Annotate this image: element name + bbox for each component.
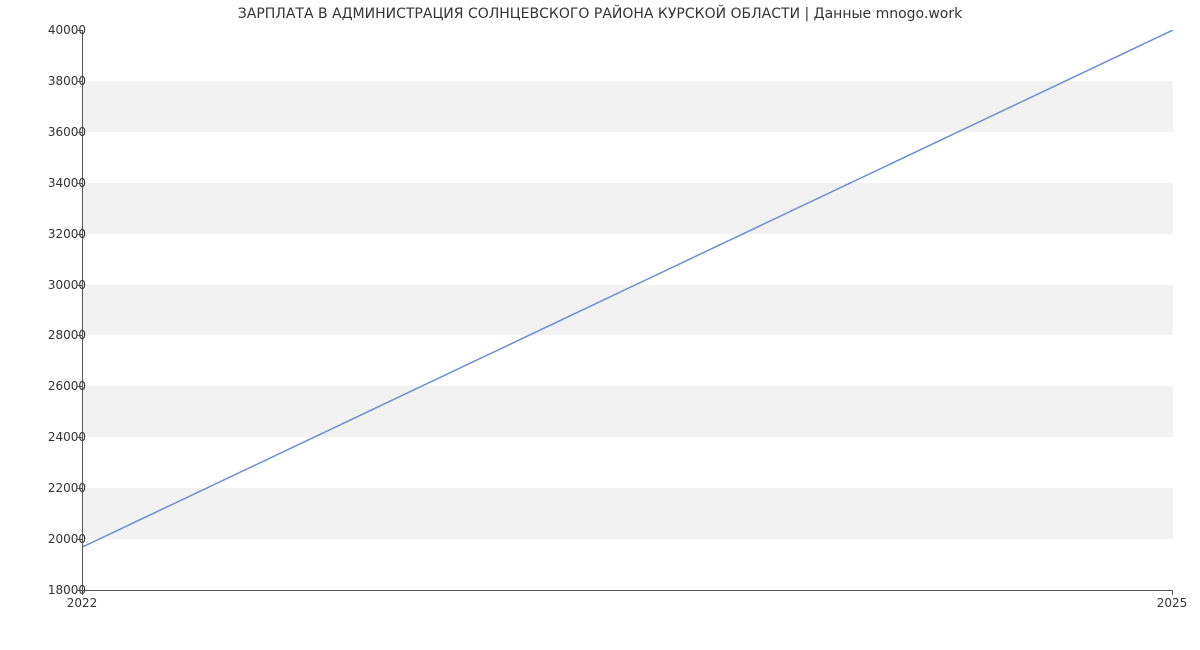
y-tick-mark (77, 335, 82, 336)
grid-band (83, 285, 1173, 336)
y-tick-mark (77, 386, 82, 387)
x-tick-mark (82, 590, 83, 595)
y-tick-mark (77, 488, 82, 489)
grid-band (83, 81, 1173, 132)
x-tick-label: 2025 (1157, 596, 1188, 610)
y-tick-mark (77, 81, 82, 82)
y-tick-mark (77, 539, 82, 540)
x-tick-mark (1172, 590, 1173, 595)
x-tick-label: 2022 (67, 596, 98, 610)
grid-band (83, 386, 1173, 437)
y-tick-mark (77, 132, 82, 133)
plot-area (82, 30, 1173, 591)
grid-band (83, 488, 1173, 539)
chart-title: ЗАРПЛАТА В АДМИНИСТРАЦИЯ СОЛНЦЕВСКОГО РА… (0, 6, 1200, 22)
y-tick-mark (77, 437, 82, 438)
y-tick-mark (77, 183, 82, 184)
chart-container: ЗАРПЛАТА В АДМИНИСТРАЦИЯ СОЛНЦЕВСКОГО РА… (0, 0, 1200, 650)
y-tick-mark (77, 285, 82, 286)
y-tick-mark (77, 30, 82, 31)
y-tick-mark (77, 234, 82, 235)
grid-band (83, 183, 1173, 234)
